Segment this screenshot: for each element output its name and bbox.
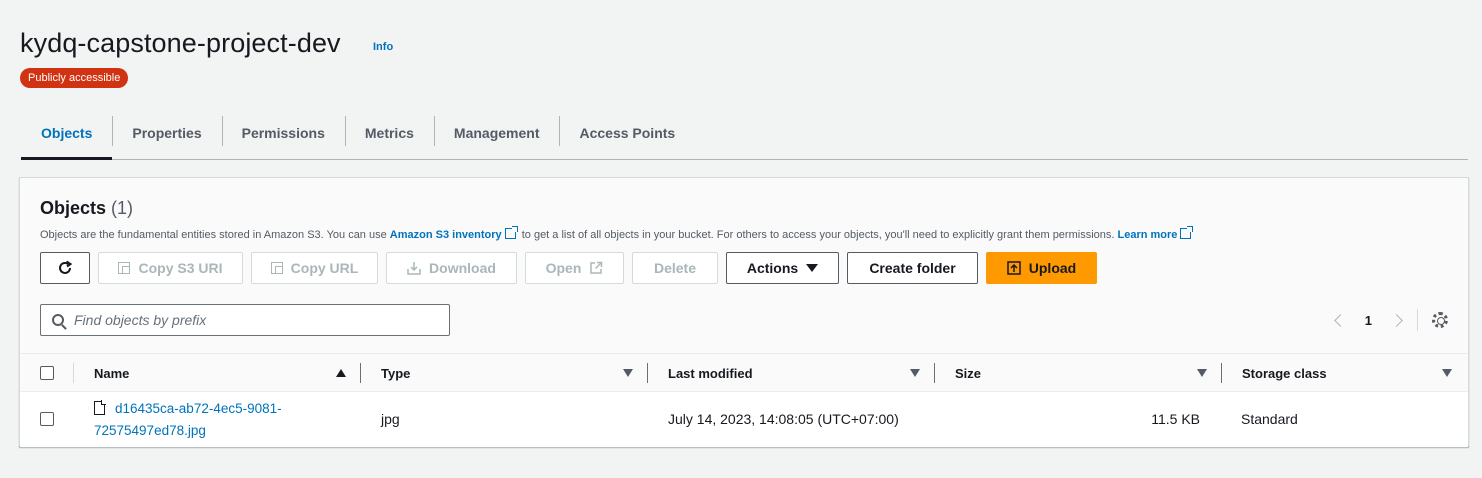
object-last-modified: July 14, 2023, 14:08:05 (UTC+07:00) [668, 411, 899, 427]
page-title: kydq-capstone-project-dev [20, 28, 341, 58]
sort-icon[interactable] [1197, 369, 1207, 377]
caret-down-icon [806, 264, 819, 272]
column-divider [73, 363, 74, 383]
column-header-storage-class[interactable]: Storage class [1242, 354, 1327, 393]
table-header: Name Type Last modified Size Storage cla… [20, 353, 1468, 392]
inventory-link[interactable]: Amazon S3 inventory [389, 226, 519, 241]
search-input[interactable] [74, 312, 434, 328]
refresh-icon [59, 260, 73, 274]
actions-dropdown[interactable]: Actions [726, 252, 839, 284]
object-name-link[interactable]: d16435ca-ab72-4ec5-9081- [115, 401, 282, 416]
objects-title: Objects [40, 198, 107, 218]
object-type: jpg [381, 411, 400, 427]
search-icon [52, 314, 64, 326]
delete-label: Delete [653, 260, 697, 276]
column-header-size[interactable]: Size [955, 354, 981, 393]
download-label: Download [429, 260, 496, 276]
file-icon [94, 400, 106, 415]
description-text-1: Objects are the fundamental entities sto… [40, 229, 387, 241]
copy-url-label: Copy URL [290, 260, 359, 276]
download-icon [407, 262, 421, 275]
copy-icon [270, 262, 283, 274]
objects-panel: Objects (1) Objects are the fundamental … [19, 177, 1469, 447]
gear-icon[interactable] [1432, 312, 1448, 328]
sort-icon[interactable] [1442, 369, 1452, 377]
table-row: d16435ca-ab72-4ec5-9081- 72575497ed78.jp… [20, 392, 1468, 447]
upload-icon [1007, 261, 1021, 275]
objects-heading: Objects (1) [40, 198, 133, 219]
create-folder-label: Create folder [869, 260, 956, 276]
column-header-last-modified[interactable]: Last modified [668, 354, 753, 393]
column-divider[interactable] [1221, 363, 1222, 383]
inventory-link-label: Amazon S3 inventory [389, 229, 502, 241]
info-link[interactable]: Info [373, 41, 393, 53]
learn-more-link[interactable]: Learn more [1117, 226, 1195, 241]
refresh-button[interactable] [40, 252, 90, 284]
row-checkbox[interactable] [40, 412, 54, 426]
tab-management[interactable]: Management [433, 106, 560, 159]
bucket-tabs: Objects Properties Permissions Metrics M… [21, 106, 1468, 160]
column-divider[interactable] [934, 363, 935, 383]
external-link-icon [504, 226, 518, 239]
upload-label: Upload [1028, 260, 1077, 276]
create-folder-button[interactable]: Create folder [847, 252, 978, 284]
chevron-right-icon[interactable] [1390, 313, 1403, 327]
column-divider[interactable] [360, 363, 361, 383]
actions-label: Actions [746, 260, 799, 276]
description-text-2: to get a list of all objects in your buc… [521, 229, 1115, 241]
external-link-icon [1180, 226, 1194, 239]
object-name-cell: d16435ca-ab72-4ec5-9081- 72575497ed78.jp… [94, 398, 282, 442]
upload-button[interactable]: Upload [986, 252, 1097, 284]
select-all-checkbox[interactable] [40, 366, 54, 380]
page-number[interactable]: 1 [1365, 313, 1372, 328]
column-header-name[interactable]: Name [94, 354, 129, 393]
pagination: 1 [1333, 308, 1448, 332]
sort-icon[interactable] [910, 369, 920, 377]
delete-button[interactable]: Delete [632, 252, 718, 284]
sort-icon[interactable] [623, 369, 633, 377]
objects-description: Objects are the fundamental entities sto… [40, 226, 1195, 241]
column-divider[interactable] [647, 363, 648, 383]
column-header-type[interactable]: Type [381, 354, 410, 393]
open-label: Open [545, 260, 582, 276]
pagination-divider [1417, 309, 1418, 331]
chevron-left-icon[interactable] [1333, 313, 1347, 327]
copy-s3-uri-button[interactable]: Copy S3 URI [98, 252, 243, 284]
objects-count: (1) [111, 198, 134, 218]
public-access-badge: Publicly accessible [20, 68, 129, 88]
tab-objects[interactable]: Objects [21, 106, 113, 160]
object-size: 11.5 KB [1151, 411, 1200, 427]
object-storage-class: Standard [1241, 411, 1298, 427]
open-button[interactable]: Open [525, 252, 624, 284]
tab-access-points[interactable]: Access Points [559, 106, 695, 159]
copy-url-button[interactable]: Copy URL [251, 252, 378, 284]
copy-s3-uri-label: Copy S3 URI [138, 260, 223, 276]
search-box [40, 304, 450, 336]
object-name-link-continued[interactable]: 72575497ed78.jpg [94, 420, 282, 442]
copy-icon [118, 262, 131, 274]
tab-properties[interactable]: Properties [112, 106, 221, 159]
download-button[interactable]: Download [386, 252, 517, 284]
sort-ascending-icon[interactable] [336, 369, 346, 377]
tab-permissions[interactable]: Permissions [221, 106, 345, 159]
tab-metrics[interactable]: Metrics [344, 106, 434, 159]
external-link-icon [590, 261, 603, 274]
learn-more-label: Learn more [1117, 229, 1178, 241]
